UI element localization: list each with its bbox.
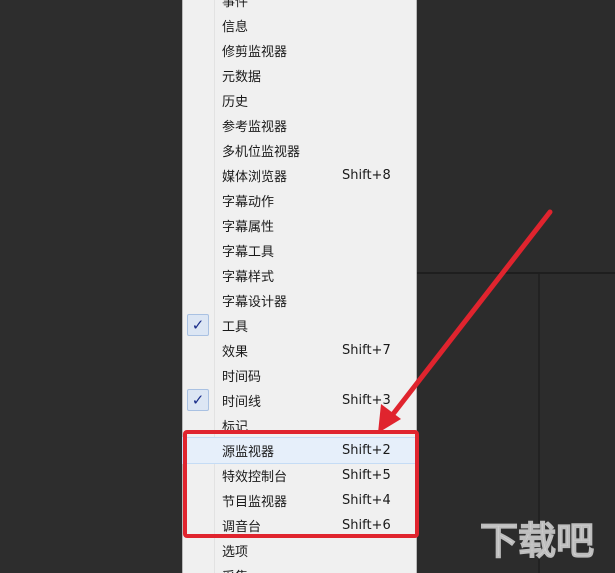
menu-item-label: 参考监视器 (222, 120, 288, 135)
menu-item[interactable]: 采集 (183, 563, 416, 573)
menu-item-shortcut: Shift+7 (342, 343, 391, 358)
menu-item-label: 历史 (222, 95, 249, 110)
checkmark-icon (187, 0, 209, 11)
background-panel-left (0, 0, 182, 573)
menu-item-label: 多机位监视器 (222, 145, 301, 160)
checkmark-icon (187, 564, 209, 573)
checkmark-icon (187, 489, 209, 511)
menu-item-label: 工具 (222, 320, 249, 335)
menu-item[interactable]: 媒体浏览器 Shift+8 (183, 163, 416, 188)
checkmark-icon (187, 289, 209, 311)
menu-item-label: 特效控制台 (222, 470, 288, 485)
checkmark-icon (187, 39, 209, 61)
menu-item[interactable]: 源监视器 Shift+2 (182, 437, 417, 464)
menu-item-label: 时间码 (222, 370, 262, 385)
menu-item-label: 采集 (222, 566, 248, 573)
checkmark-icon (187, 514, 209, 536)
checkmark-icon (187, 164, 209, 186)
menu-item-label: 修剪监视器 (222, 45, 288, 60)
menu-item[interactable]: 字幕属性 (183, 213, 416, 238)
menu-item-label: 调音台 (222, 520, 262, 535)
screen: 事件信息修剪监视器元数据历史参考监视器多机位监视器 媒体浏览器 Shift+8 字幕动… (0, 0, 615, 573)
menu-item-shortcut: Shift+3 (342, 393, 391, 408)
menu-item-label: 节目监视器 (222, 495, 288, 510)
menu-item[interactable]: 时间码 (183, 363, 416, 388)
menu-item[interactable]: 历史 (183, 88, 416, 113)
checkmark-icon (187, 189, 209, 211)
checkmark-icon (187, 339, 209, 361)
menu-item-shortcut: Shift+5 (342, 468, 391, 483)
checkmark-icon: ✓ (187, 389, 209, 411)
checkmark-icon: ✓ (187, 314, 209, 336)
menu-item[interactable]: 效果 Shift+7 (183, 338, 416, 363)
menu-item[interactable]: 特效控制台 Shift+5 (183, 463, 416, 488)
menu-item-label: 字幕样式 (222, 270, 275, 285)
menu-item[interactable]: 字幕设计器 (183, 288, 416, 313)
menu-item-label: 元数据 (222, 70, 262, 85)
menu-item-label: 选项 (222, 545, 249, 560)
checkmark-icon (187, 64, 209, 86)
menu-item-label: 媒体浏览器 (222, 170, 288, 185)
checkmark-icon (187, 414, 209, 436)
menu-item[interactable]: 多机位监视器 (183, 138, 416, 163)
checkmark-icon (187, 364, 209, 386)
menu-item[interactable]: 节目监视器 Shift+4 (183, 488, 416, 513)
menu-item-shortcut: Shift+4 (342, 493, 391, 508)
menu-item[interactable]: 调音台 Shift+6 (183, 513, 416, 538)
menu-item-label: 时间线 (222, 395, 262, 410)
menu-item[interactable]: ✓ 时间线 Shift+3 (183, 388, 416, 413)
menu-item[interactable]: 选项 (183, 538, 416, 563)
checkmark-icon (187, 114, 209, 136)
menu-item-label: 字幕属性 (222, 220, 275, 235)
checkmark-icon (187, 89, 209, 111)
checkmark-icon (187, 239, 209, 261)
menu-item-shortcut: Shift+8 (342, 168, 391, 183)
window-menu: 事件信息修剪监视器元数据历史参考监视器多机位监视器 媒体浏览器 Shift+8 字幕动… (182, 0, 417, 573)
checkmark-icon (187, 214, 209, 236)
menu-item-shortcut: Shift+6 (342, 518, 391, 533)
menu-item-label: 效果 (222, 345, 249, 360)
menu-item-label: 信息 (222, 20, 249, 35)
menu-item-label: 标记 (222, 420, 249, 435)
menu-item[interactable]: 字幕样式 (183, 263, 416, 288)
checkmark-icon (187, 264, 209, 286)
menu-item-label: 字幕设计器 (222, 295, 288, 310)
checkmark-icon (187, 14, 209, 36)
menu-item[interactable]: 参考监视器 (183, 113, 416, 138)
checkmark-icon (187, 539, 209, 561)
menu-item[interactable]: 修剪监视器 (183, 38, 416, 63)
menu-item[interactable]: 标记 (183, 413, 416, 438)
checkmark-icon (187, 139, 209, 161)
menu-item-shortcut: Shift+2 (342, 443, 391, 458)
panel-divider[interactable] (417, 272, 615, 274)
menu-item[interactable]: 事件 (183, 0, 416, 13)
menu-item-label: 源监视器 (222, 445, 275, 460)
panel-divider-vertical[interactable] (538, 274, 540, 573)
menu-item[interactable]: 字幕动作 (183, 188, 416, 213)
menu-item[interactable]: ✓ 工具 (183, 313, 416, 338)
background-panel-right (417, 0, 615, 573)
checkmark-icon (187, 439, 209, 461)
checkmark-icon (187, 464, 209, 486)
menu-item-label: 事件 (222, 0, 249, 10)
menu-item-label: 字幕动作 (222, 195, 275, 210)
menu-item[interactable]: 信息 (183, 13, 416, 38)
menu-item[interactable]: 元数据 (183, 63, 416, 88)
menu-item-label: 字幕工具 (222, 245, 275, 260)
menu-item[interactable]: 字幕工具 (183, 238, 416, 263)
